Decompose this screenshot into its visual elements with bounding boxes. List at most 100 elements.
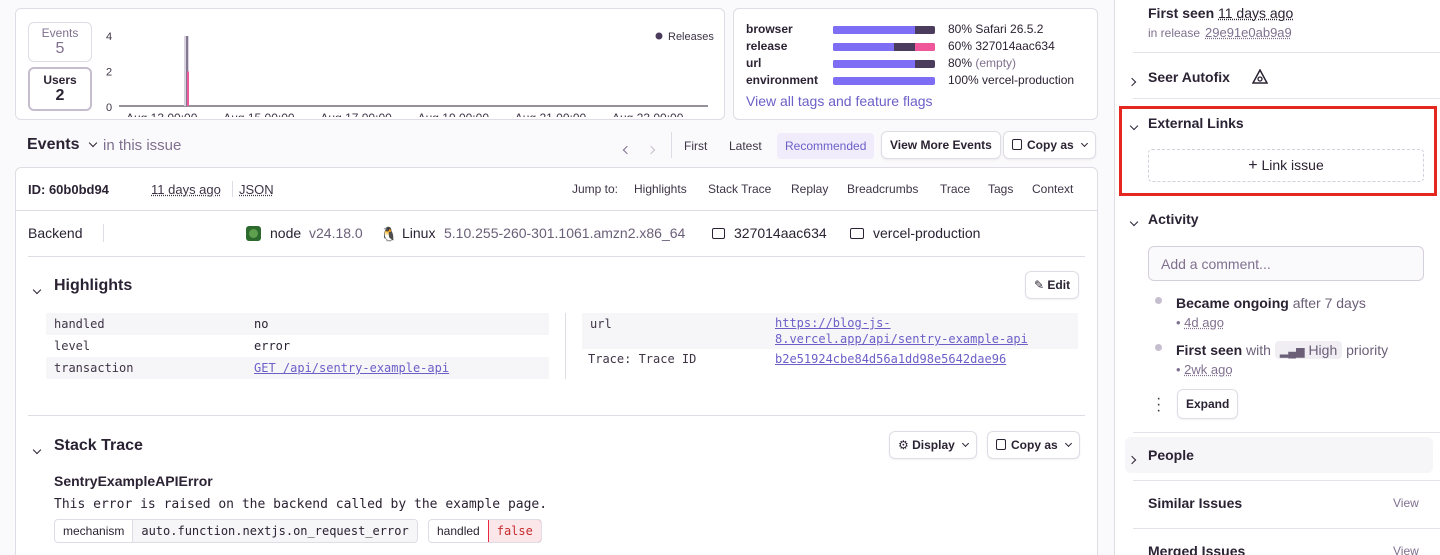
first-event-button[interactable]: First — [684, 139, 707, 153]
activity-item-ongoing: Became ongoing after 7 days — [1176, 295, 1366, 311]
latest-event-button[interactable]: Latest — [729, 139, 762, 153]
seer-icon — [1252, 69, 1268, 84]
stack-copy-as-button[interactable]: Copy as — [987, 431, 1080, 459]
view-more-events-button[interactable]: View More Events — [881, 131, 1001, 159]
tag-key: environment — [746, 73, 819, 87]
highlight-key: url — [590, 317, 612, 331]
highlight-value: error — [254, 339, 291, 353]
tag-distribution-bar — [833, 77, 935, 85]
transaction-link[interactable]: GET /api/sentry-example-api — [254, 361, 449, 375]
activity-dot — [1155, 344, 1162, 351]
jump-link-trace[interactable]: Trace — [940, 182, 970, 196]
highlight-row-transaction: transaction GET /api/sentry-example-api — [46, 357, 549, 379]
divider — [565, 313, 566, 379]
tag-bar-fill — [833, 77, 935, 85]
external-links-toggle[interactable] — [1129, 117, 1139, 132]
events-dropdown[interactable]: Events — [27, 136, 98, 154]
tag-row-url[interactable]: url 80% (empty) — [746, 56, 1091, 73]
tag-bar-fill — [833, 60, 915, 68]
highlight-row-trace: Trace: Trace ID b2e51924cbe84d56a1dd98e5… — [582, 349, 1078, 371]
people-toggle[interactable] — [1127, 451, 1137, 466]
first-release-link[interactable]: 29e91e0ab9a9 — [1205, 25, 1292, 40]
chevron-down-icon — [1064, 439, 1072, 448]
display-button[interactable]: ⚙ Display — [889, 431, 977, 459]
y-tick-label: 4 — [106, 31, 112, 43]
environment-icon — [850, 228, 864, 239]
divider — [1133, 52, 1440, 53]
event-panel: ID: 60b0bd94 11 days ago JSON Jump to: H… — [15, 167, 1098, 555]
prev-event-button[interactable] — [622, 141, 632, 156]
comment-input[interactable]: Add a comment... — [1148, 246, 1424, 281]
highlight-key: transaction — [54, 361, 134, 375]
context-label: Backend — [28, 225, 83, 241]
edit-highlights-button[interactable]: ✎ Edit — [1025, 271, 1080, 299]
highlight-row-level: level error — [46, 335, 549, 357]
jump-link-stack-trace[interactable]: Stack Trace — [708, 182, 771, 196]
comment-placeholder: Add a comment... — [1161, 256, 1271, 272]
users-stat-button[interactable]: Users 2 — [28, 67, 92, 111]
highlight-row-url: url https://blog-js- 8.vercel.app/api/se… — [582, 313, 1078, 349]
jump-link-breadcrumbs[interactable]: Breadcrumbs — [847, 182, 918, 196]
tag-bar-segment — [914, 43, 935, 51]
chevron-left-icon — [622, 145, 632, 155]
first-seen-label: First seen — [1148, 5, 1215, 21]
tag-row-browser[interactable]: browser 80% Safari 26.5.2 — [746, 22, 1091, 39]
copy-icon — [996, 439, 1006, 450]
url-link-line2[interactable]: 8.vercel.app/api/sentry-example-api — [775, 332, 1028, 346]
pencil-icon: ✎ — [1034, 278, 1045, 292]
chevron-right-icon — [1127, 455, 1137, 465]
stack-trace-toggle[interactable] — [32, 441, 42, 456]
tag-distribution-bar — [833, 26, 935, 34]
expand-activity-button[interactable]: Expand — [1177, 389, 1239, 419]
tag-top-value: 100% vercel-production — [948, 73, 1075, 87]
event-id: ID: 60b0bd94 — [28, 182, 109, 197]
seer-toggle[interactable] — [1127, 73, 1137, 88]
error-message: This error is raised on the backend call… — [54, 497, 548, 512]
jump-link-highlights[interactable]: Highlights — [634, 182, 687, 196]
view-all-tags-link[interactable]: View all tags and feature flags — [746, 93, 933, 109]
jump-to-label: Jump to: — [572, 182, 619, 196]
activity-bold: First seen — [1176, 342, 1243, 358]
divider — [28, 415, 1085, 416]
link-issue-button[interactable]: + Link issue — [1148, 149, 1424, 182]
highlights-toggle[interactable] — [32, 281, 42, 296]
activity-toggle[interactable] — [1129, 213, 1139, 228]
jump-link-context[interactable]: Context — [1032, 182, 1073, 196]
tag-row-release[interactable]: release 60% 327014aac634 — [746, 39, 1091, 56]
events-stat-value: 5 — [55, 40, 65, 57]
first-seen-time[interactable]: 11 days ago — [1218, 5, 1293, 21]
divider — [16, 210, 1097, 211]
tag-bar-fill — [833, 26, 915, 34]
recommended-event-button[interactable]: Recommended — [777, 133, 875, 159]
issue-sidebar: First seen 11 days ago in release 29e91e… — [1114, 0, 1440, 555]
x-tick-label: Aug 13 00:00 — [126, 111, 198, 117]
activity-bold: Became ongoing — [1176, 295, 1289, 311]
linux-icon: 🐧 — [380, 226, 398, 242]
similar-view-link[interactable]: View — [1393, 496, 1419, 510]
release-icon — [712, 228, 725, 239]
runtime-version: v24.18.0 — [309, 225, 363, 241]
next-event-button[interactable] — [646, 141, 656, 156]
tag-distribution-bar — [833, 43, 935, 51]
trace-id-link[interactable]: b2e51924cbe84d56a1dd98e5642dae96 — [775, 352, 1006, 366]
tag-top-value: 60% 327014aac634 — [948, 39, 1055, 53]
highlight-row-handled: handled no — [46, 313, 549, 335]
event-time[interactable]: 11 days ago — [151, 182, 221, 197]
handled-value: false — [487, 520, 541, 542]
url-link-line1[interactable]: https://blog-js- — [775, 316, 891, 330]
external-links-title: External Links — [1148, 115, 1244, 131]
jump-link-tags[interactable]: Tags — [988, 182, 1013, 196]
jump-link-replay[interactable]: Replay — [791, 182, 828, 196]
events-stat-button[interactable]: Events 5 — [28, 22, 92, 62]
tag-row-environment[interactable]: environment 100% vercel-production — [746, 73, 1091, 90]
json-link[interactable]: JSON — [239, 182, 274, 197]
tag-key: browser — [746, 22, 793, 36]
link-issue-label: Link issue — [1261, 157, 1324, 173]
divider — [1133, 432, 1440, 433]
merged-view-link[interactable]: View — [1393, 544, 1419, 555]
copy-as-button[interactable]: Copy as — [1003, 131, 1096, 159]
handled-tag: handled false — [428, 519, 542, 543]
highlight-key: Trace: Trace ID — [588, 352, 697, 366]
tag-top-value: 80% Safari 26.5.2 — [948, 22, 1044, 36]
seer-autofix-title[interactable]: Seer Autofix — [1148, 69, 1230, 85]
